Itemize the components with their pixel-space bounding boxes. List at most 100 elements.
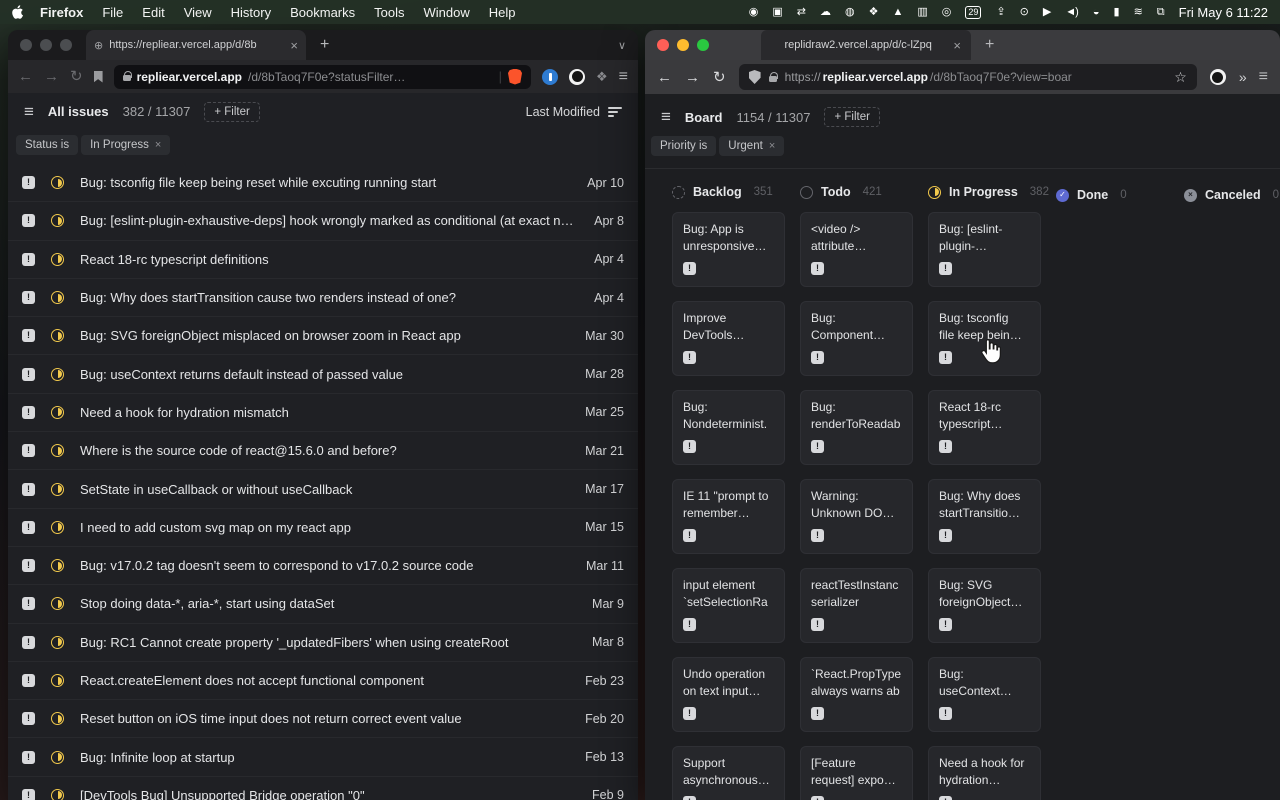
browser-tab[interactable]: ⊕ https://repliear.vercel.app/d/8b × [86,30,306,60]
new-tab-button[interactable]: + [320,36,329,54]
issue-card[interactable]: Bug: Why does startTransitio… ! [928,479,1041,554]
status-in-progress-icon[interactable] [51,291,64,304]
issue-card[interactable]: input element `setSelectionRa ! [672,568,785,643]
priority-urgent-icon[interactable]: ! [22,521,35,534]
status-in-progress-icon[interactable] [51,674,64,687]
status-in-progress-icon[interactable] [51,253,64,266]
wifi-icon[interactable]: ≋ [1134,7,1142,18]
priority-urgent-icon[interactable]: ! [22,406,35,419]
issue-row[interactable]: ! Reset button on iOS time input does no… [8,700,638,738]
issue-card[interactable]: Bug: SVG foreignObject… ! [928,568,1041,643]
issue-row[interactable]: ! Stop doing data-*, aria-*, start using… [8,585,638,623]
filter-field-chip[interactable]: Status is [16,135,78,155]
priority-urgent-icon[interactable]: ! [939,707,952,720]
issue-row[interactable]: ! Need a hook for hydration mismatch Mar… [8,394,638,432]
issue-card[interactable]: reactTestInstanc serializer ! [800,568,913,643]
issue-row[interactable]: ! React.createElement does not accept fu… [8,662,638,700]
address-bar[interactable]: https:// repliear.vercel.app /d/8bTaoq7F… [739,64,1197,90]
priority-urgent-icon[interactable]: ! [22,329,35,342]
priority-urgent-icon[interactable]: ! [22,597,35,610]
priority-urgent-icon[interactable]: ! [22,674,35,687]
priority-urgent-icon[interactable]: ! [811,529,824,542]
browser-tab[interactable]: replidraw2.vercel.app/d/c-lZpq × [761,30,971,60]
priority-urgent-icon[interactable]: ! [22,214,35,227]
priority-urgent-icon[interactable]: ! [22,253,35,266]
priority-urgent-icon[interactable]: ! [683,351,696,364]
menu-window[interactable]: Window [424,5,470,20]
remove-filter-icon[interactable]: × [769,140,775,152]
issue-card[interactable]: <video /> attribute… ! [800,212,913,287]
play-circle-icon[interactable]: ▶ [1043,7,1050,18]
priority-urgent-icon[interactable]: ! [683,707,696,720]
sort-order-label[interactable]: Last Modified [526,105,600,119]
window-manager-icon[interactable]: ▥ [917,7,926,18]
back-button[interactable]: ← [657,70,672,85]
issue-card[interactable]: React 18-rc typescript… ! [928,390,1041,465]
priority-urgent-icon[interactable]: ! [683,529,696,542]
issue-row[interactable]: ! Where is the source code of react@15.6… [8,432,638,470]
address-bar[interactable]: repliear.vercel.app /d/8bTaoq7F0e?status… [114,65,531,89]
github-extension-icon[interactable] [1210,69,1226,85]
issue-card[interactable]: Bug: useContext… ! [928,657,1041,732]
status-in-progress-icon[interactable] [51,176,64,189]
issue-row[interactable]: ! Bug: useContext returns default instea… [8,355,638,393]
browser-menu-icon[interactable]: ≡ [1259,68,1268,86]
menu-tools[interactable]: Tools [374,5,404,20]
issue-card[interactable]: Improve DevTools… ! [672,301,785,376]
forward-button[interactable]: → [685,70,700,85]
volume-icon[interactable]: ◄) [1065,7,1078,18]
priority-urgent-icon[interactable]: ! [811,618,824,631]
overflow-chevrons-icon[interactable]: » [1239,69,1246,85]
new-tab-button[interactable]: + [985,36,994,54]
close-window-button[interactable] [20,39,32,51]
priority-urgent-icon[interactable]: ! [939,262,952,275]
menu-help[interactable]: Help [489,5,516,20]
issue-card[interactable]: Bug: tsconfig file keep bein… ! [928,301,1041,376]
issue-card[interactable]: Bug: renderToReadab ! [800,390,913,465]
reload-button[interactable]: ↻ [70,69,83,84]
issue-card[interactable]: IE 11 "prompt to remember… ! [672,479,785,554]
bookmark-star-icon[interactable]: ☆ [1174,69,1187,86]
issue-row[interactable]: ! Bug: Infinite loop at startup Feb 13 [8,738,638,776]
status-in-progress-icon[interactable] [51,597,64,610]
siri-icon[interactable]: ◒ [1093,7,1099,18]
priority-urgent-icon[interactable]: ! [811,440,824,453]
priority-urgent-icon[interactable]: ! [939,351,952,364]
priority-urgent-icon[interactable]: ! [939,529,952,542]
menu-edit[interactable]: Edit [142,5,164,20]
status-in-progress-icon[interactable] [51,712,64,725]
menu-view[interactable]: View [184,5,212,20]
reload-button[interactable]: ↻ [713,70,726,85]
priority-urgent-icon[interactable]: ! [939,440,952,453]
zoom-window-button[interactable] [697,39,709,51]
menu-bookmarks[interactable]: Bookmarks [290,5,355,20]
priority-urgent-icon[interactable]: ! [683,618,696,631]
issue-card[interactable]: Bug: Nondeterminist. ! [672,390,785,465]
window-controls-active[interactable] [657,39,709,51]
sidebar-toggle-icon[interactable]: ≡ [24,102,34,122]
minimize-window-button[interactable] [40,39,52,51]
issue-card[interactable]: Bug: [eslint- plugin-… ! [928,212,1041,287]
status-in-progress-icon[interactable] [51,368,64,381]
calendar-icon[interactable]: 29 [965,6,981,19]
add-filter-button[interactable]: + Filter [204,102,259,122]
issue-card[interactable]: Warning: Unknown DO… ! [800,479,913,554]
brave-shield-icon[interactable] [508,69,522,85]
minimize-window-button[interactable] [677,39,689,51]
tracking-shield-icon[interactable] [749,70,761,84]
password-extension-icon[interactable] [542,69,558,85]
priority-urgent-icon[interactable]: ! [683,440,696,453]
bookmark-icon[interactable] [94,71,103,83]
issue-card[interactable]: Need a hook for hydration… ! [928,746,1041,800]
issue-card[interactable]: Support asynchronous… ! [672,746,785,800]
menu-file[interactable]: File [102,5,123,20]
fast-user-switch-icon[interactable]: ⧉ [1157,7,1164,18]
priority-urgent-icon[interactable]: ! [811,707,824,720]
record-icon[interactable]: ◉ [749,7,758,18]
window-controls-inactive[interactable] [20,39,72,51]
priority-urgent-icon[interactable]: ! [22,483,35,496]
status-in-progress-icon[interactable] [51,329,64,342]
tab-list-chevron-icon[interactable]: ∨ [618,39,626,52]
menubar-clock[interactable]: Fri May 6 11:22 [1179,5,1268,20]
status-in-progress-icon[interactable] [51,636,64,649]
